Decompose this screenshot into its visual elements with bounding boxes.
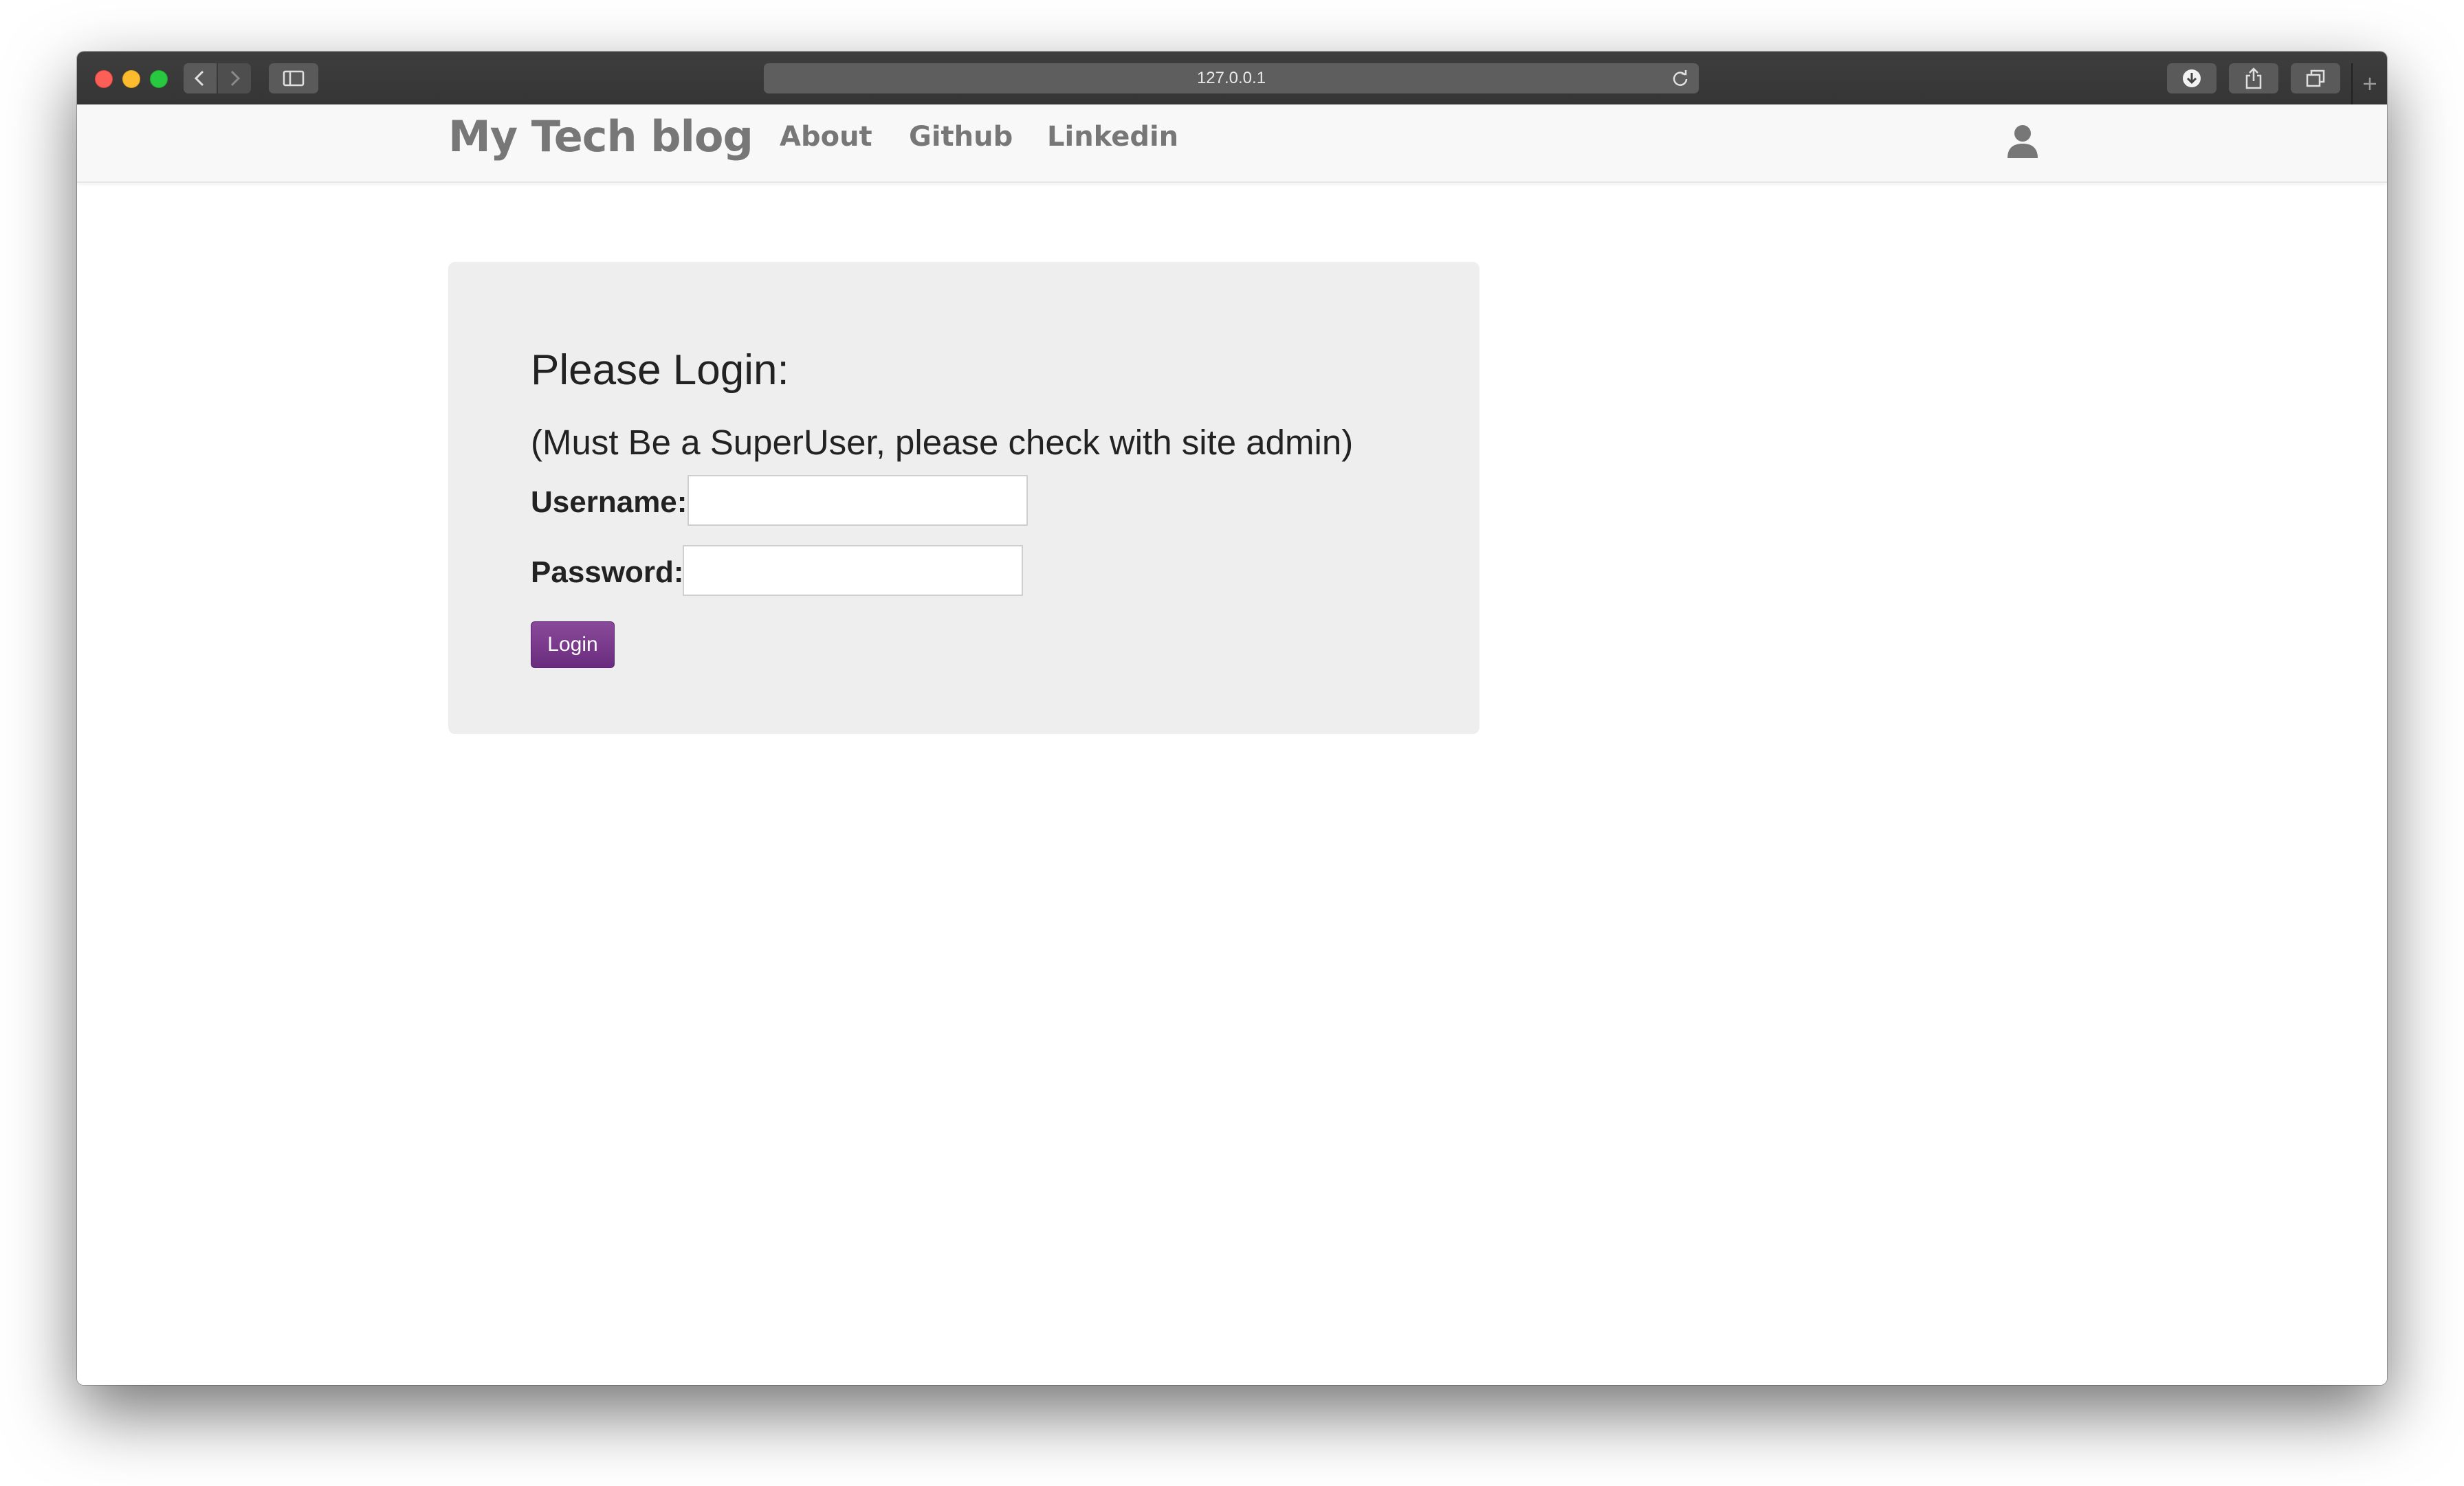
download-icon bbox=[2183, 69, 2201, 87]
tabs-icon bbox=[2306, 69, 2325, 87]
login-subtitle: (Must Be a SuperUser, please check with … bbox=[531, 423, 1354, 462]
plus-icon bbox=[2364, 78, 2376, 90]
password-label: Password: bbox=[531, 555, 684, 589]
chevron-right-icon bbox=[230, 70, 241, 87]
sidebar-toggle-button[interactable] bbox=[269, 63, 318, 93]
address-bar[interactable]: 127.0.0.1 bbox=[764, 63, 1699, 93]
username-input[interactable] bbox=[688, 475, 1028, 526]
show-tabs-button[interactable] bbox=[2291, 63, 2340, 93]
login-title: Please Login: bbox=[531, 346, 789, 394]
login-panel: Please Login: (Must Be a SuperUser, plea… bbox=[448, 262, 1480, 734]
close-window-button[interactable] bbox=[95, 70, 113, 88]
downloads-button[interactable] bbox=[2167, 63, 2216, 93]
back-button[interactable] bbox=[184, 63, 217, 93]
nav-link-github[interactable]: Github bbox=[909, 121, 1013, 153]
nav-link-linkedin[interactable]: Linkedin bbox=[1047, 121, 1178, 153]
nav-link-about[interactable]: About bbox=[780, 121, 872, 153]
password-input[interactable] bbox=[683, 545, 1023, 596]
browser-window: 127.0.0.1 My Tech blog About Github Link… bbox=[77, 52, 2387, 1385]
username-label: Username: bbox=[531, 485, 688, 519]
reload-icon[interactable] bbox=[1671, 69, 1689, 87]
user-icon[interactable] bbox=[2006, 124, 2039, 159]
page-viewport: My Tech blog About Github Linkedin Pleas… bbox=[77, 104, 2387, 1385]
minimize-window-button[interactable] bbox=[122, 70, 140, 88]
chevron-left-icon bbox=[194, 70, 204, 87]
share-button[interactable] bbox=[2229, 63, 2278, 93]
sidebar-icon bbox=[283, 70, 305, 87]
login-button[interactable]: Login bbox=[531, 621, 615, 668]
browser-toolbar: 127.0.0.1 bbox=[77, 52, 2387, 106]
site-navbar: My Tech blog About Github Linkedin bbox=[77, 104, 2387, 183]
brand-link[interactable]: My Tech blog bbox=[448, 111, 754, 162]
zoom-window-button[interactable] bbox=[150, 70, 168, 88]
share-icon bbox=[2245, 67, 2262, 89]
new-tab-button[interactable] bbox=[2351, 63, 2387, 104]
forward-button[interactable] bbox=[218, 63, 251, 93]
url-text: 127.0.0.1 bbox=[1196, 69, 1266, 87]
